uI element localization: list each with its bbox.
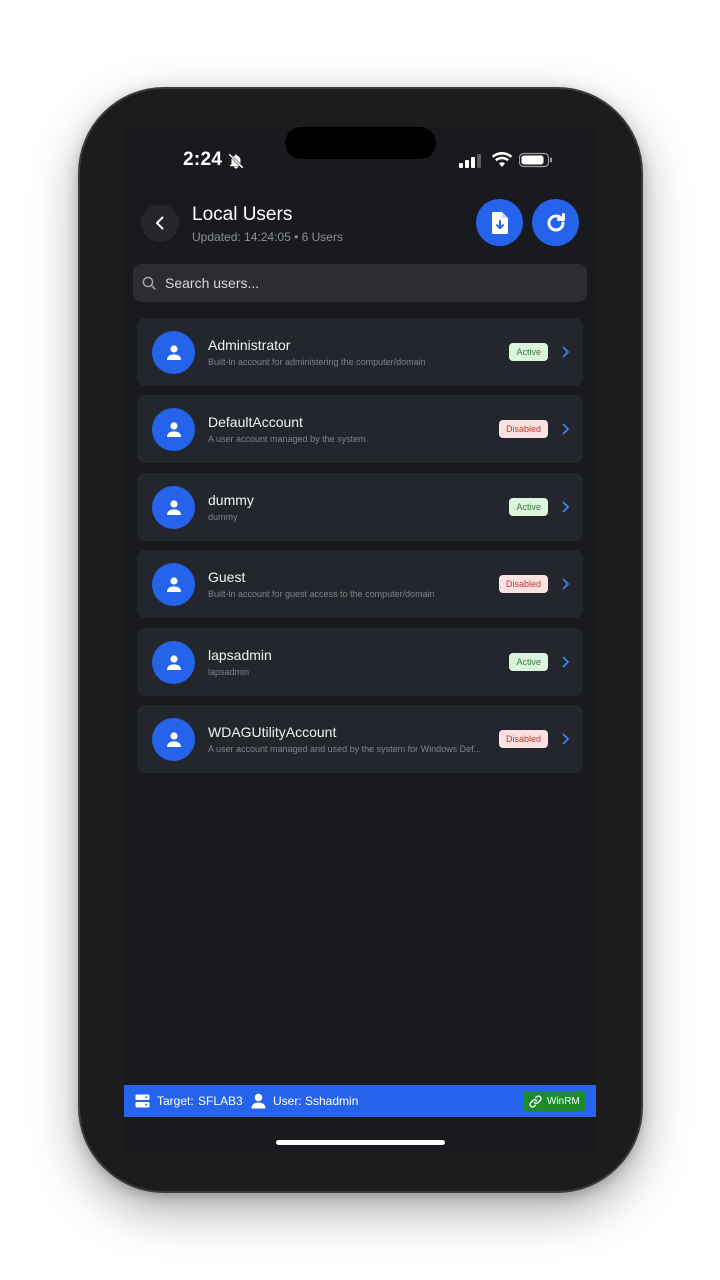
target-value: SFLAB3: [198, 1094, 243, 1108]
avatar: [152, 408, 195, 451]
avatar: [152, 718, 195, 761]
dynamic-island: [285, 127, 436, 159]
protocol-badge: WinRM: [523, 1091, 586, 1111]
user-description: A user account managed and used by the s…: [208, 744, 482, 754]
battery-icon: [518, 152, 553, 173]
user-value: Sshadmin: [305, 1094, 359, 1108]
cellular-signal-icon: [459, 153, 483, 174]
export-button[interactable]: [476, 199, 523, 246]
status-badge: Disabled: [498, 730, 548, 748]
avatar: [152, 641, 195, 684]
user-card[interactable]: WDAGUtilityAccount A user account managed…: [137, 705, 583, 773]
user-avatar-icon: [166, 655, 181, 670]
connection-footer: Target: SFLAB3 User: Sshadmin WinRM: [124, 1085, 596, 1117]
search-icon: [142, 276, 156, 290]
avatar: [152, 563, 195, 606]
chevron-left-icon: [153, 216, 167, 230]
home-indicator[interactable]: [276, 1140, 445, 1145]
link-icon: [529, 1094, 542, 1108]
server-icon: [135, 1094, 150, 1111]
chevron-right-icon: [562, 578, 570, 590]
user-avatar-icon: [166, 577, 181, 592]
user-name: DefaultAccount: [208, 414, 303, 430]
wifi-icon: [491, 152, 513, 173]
user-name: Administrator: [208, 337, 291, 353]
user-name: dummy: [208, 492, 254, 508]
file-download-icon: [490, 211, 510, 235]
chevron-right-icon: [562, 733, 570, 745]
user-description: A user account managed by the system.: [208, 434, 369, 444]
user-avatar-icon: [166, 732, 181, 747]
user-name: Guest: [208, 569, 246, 585]
user-avatar-icon: [166, 422, 181, 437]
user-avatar-icon: [166, 500, 181, 515]
refresh-button[interactable]: [532, 199, 579, 246]
user-label: User:: [273, 1094, 302, 1108]
target-label: Target:: [157, 1094, 194, 1108]
user-card[interactable]: DefaultAccount A user account managed by …: [137, 395, 583, 463]
user-description: Built-in account for guest access to the…: [208, 589, 435, 599]
user-card[interactable]: lapsadmin lapsadmin Active: [137, 628, 583, 696]
chevron-right-icon: [562, 501, 570, 513]
refresh-icon: [544, 211, 568, 235]
user-description: dummy: [208, 512, 238, 522]
user-name: WDAGUtilityAccount: [208, 724, 337, 740]
user-card[interactable]: dummy dummy Active: [137, 473, 583, 541]
status-badge: Active: [509, 498, 548, 516]
search-bar[interactable]: [133, 264, 587, 302]
avatar: [152, 486, 195, 529]
user-description: lapsadmin: [208, 667, 250, 677]
status-badge: Active: [509, 343, 548, 361]
user-card[interactable]: Administrator Built-in account for admini…: [137, 318, 583, 386]
status-badge: Disabled: [498, 420, 548, 438]
chevron-right-icon: [562, 656, 570, 668]
protocol-label: WinRM: [547, 1095, 580, 1107]
user-card[interactable]: Guest Built-in account for guest access t…: [137, 550, 583, 618]
user-name: lapsadmin: [208, 647, 272, 663]
search-input[interactable]: [163, 274, 567, 292]
back-button[interactable]: [141, 204, 179, 242]
avatar: [152, 331, 195, 374]
chevron-right-icon: [562, 346, 570, 358]
chevron-right-icon: [562, 423, 570, 435]
user-description: Built-in account for administering the c…: [208, 357, 426, 367]
user-avatar-icon: [166, 345, 181, 360]
status-badge: Active: [509, 653, 548, 671]
bell-muted-icon: [227, 152, 245, 175]
status-badge: Disabled: [498, 575, 548, 593]
page-title: Local Users: [192, 204, 293, 225]
status-time: 2:24: [183, 149, 223, 170]
user-icon: [251, 1093, 266, 1112]
page-subtitle: Updated: 14:24:05 • 6 Users: [192, 230, 343, 244]
